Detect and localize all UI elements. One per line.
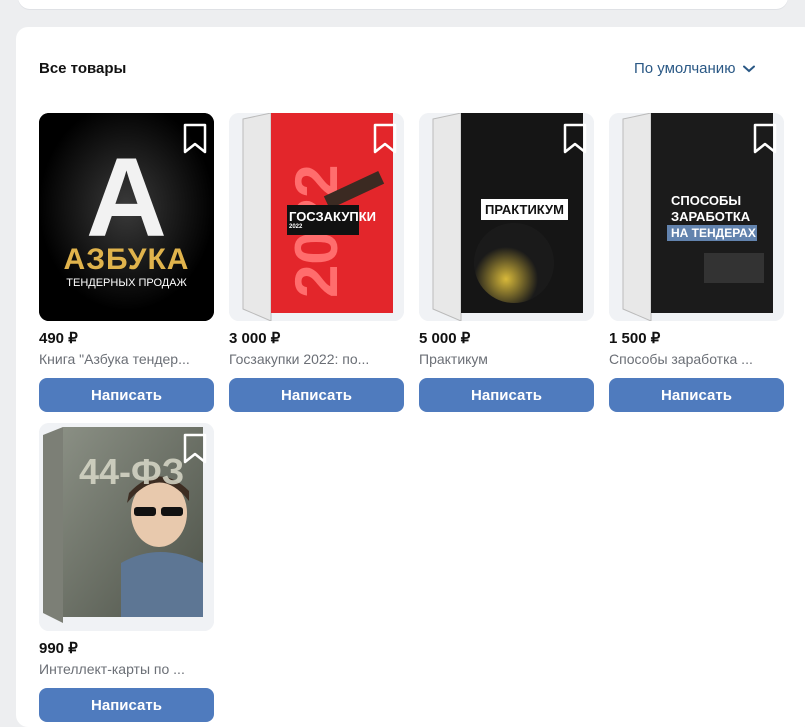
previous-card <box>18 0 788 9</box>
chevron-down-icon <box>743 65 756 72</box>
product-image[interactable]: 2022 ГОСЗАКУПКИ 2022 <box>229 113 404 321</box>
product-card[interactable]: СПОСОБЫ ЗАРАБОТКА НА ТЕНДЕРАХ 1 500 ₽ Сп… <box>609 113 784 412</box>
write-button[interactable]: Написать <box>419 378 594 412</box>
bookmark-icon[interactable] <box>182 123 208 155</box>
product-name[interactable]: Интеллект-карты по ... <box>39 661 214 679</box>
bookmark-icon[interactable] <box>182 433 208 465</box>
product-card[interactable]: 2022 ГОСЗАКУПКИ 2022 3 000 ₽ Госзакупки … <box>229 113 404 412</box>
write-button[interactable]: Написать <box>39 688 214 722</box>
product-name[interactable]: Способы заработка ... <box>609 351 784 369</box>
product-image[interactable]: 44-ФЗ <box>39 423 214 631</box>
cover-line1: СПОСОБЫ <box>671 193 742 208</box>
product-price: 490 ₽ <box>39 330 78 347</box>
product-name[interactable]: Госзакупки 2022: по... <box>229 351 404 369</box>
product-image[interactable]: СПОСОБЫ ЗАРАБОТКА НА ТЕНДЕРАХ <box>609 113 784 321</box>
write-button[interactable]: Написать <box>39 378 214 412</box>
write-button[interactable]: Написать <box>609 378 784 412</box>
product-price: 3 000 ₽ <box>229 330 281 347</box>
product-image[interactable]: А АЗБУКА ТЕНДЕРНЫХ ПРОДАЖ <box>39 113 214 321</box>
cover-subtitle: ТЕНДЕРНЫХ ПРОДАЖ <box>66 277 187 289</box>
cover-year: 2022 <box>289 224 303 230</box>
cover-line2: ЗАРАБОТКА <box>671 209 751 224</box>
cover-title: ГОСЗАКУПКИ <box>289 209 377 224</box>
product-price: 990 ₽ <box>39 640 78 657</box>
bookmark-icon[interactable] <box>752 123 778 155</box>
product-card[interactable]: А АЗБУКА ТЕНДЕРНЫХ ПРОДАЖ 490 ₽ Книга "А… <box>39 113 214 412</box>
write-button[interactable]: Написать <box>229 378 404 412</box>
cover-title: АЗБУКА <box>63 243 190 276</box>
cover-title: ПРАКТИКУМ <box>481 199 568 220</box>
product-price: 5 000 ₽ <box>419 330 471 347</box>
product-card[interactable]: ПРАКТИКУМ 5 000 ₽ Практикум Написать <box>419 113 594 412</box>
product-card[interactable]: 44-ФЗ 990 ₽ Интеллект-карты по ... Напис… <box>39 423 214 722</box>
cover-line3: НА ТЕНДЕРАХ <box>671 226 756 240</box>
product-price: 1 500 ₽ <box>609 330 661 347</box>
product-name[interactable]: Книга "Азбука тендер... <box>39 351 214 369</box>
cover-title: 44-ФЗ <box>79 451 185 492</box>
product-image[interactable]: ПРАКТИКУМ <box>419 113 594 321</box>
product-name[interactable]: Практикум <box>419 351 594 369</box>
bookmark-icon[interactable] <box>562 123 588 155</box>
bookmark-icon[interactable] <box>372 123 398 155</box>
section-title: Все товары <box>39 60 127 77</box>
sort-dropdown[interactable]: По умолчанию <box>634 60 756 77</box>
sort-label: По умолчанию <box>634 60 736 77</box>
